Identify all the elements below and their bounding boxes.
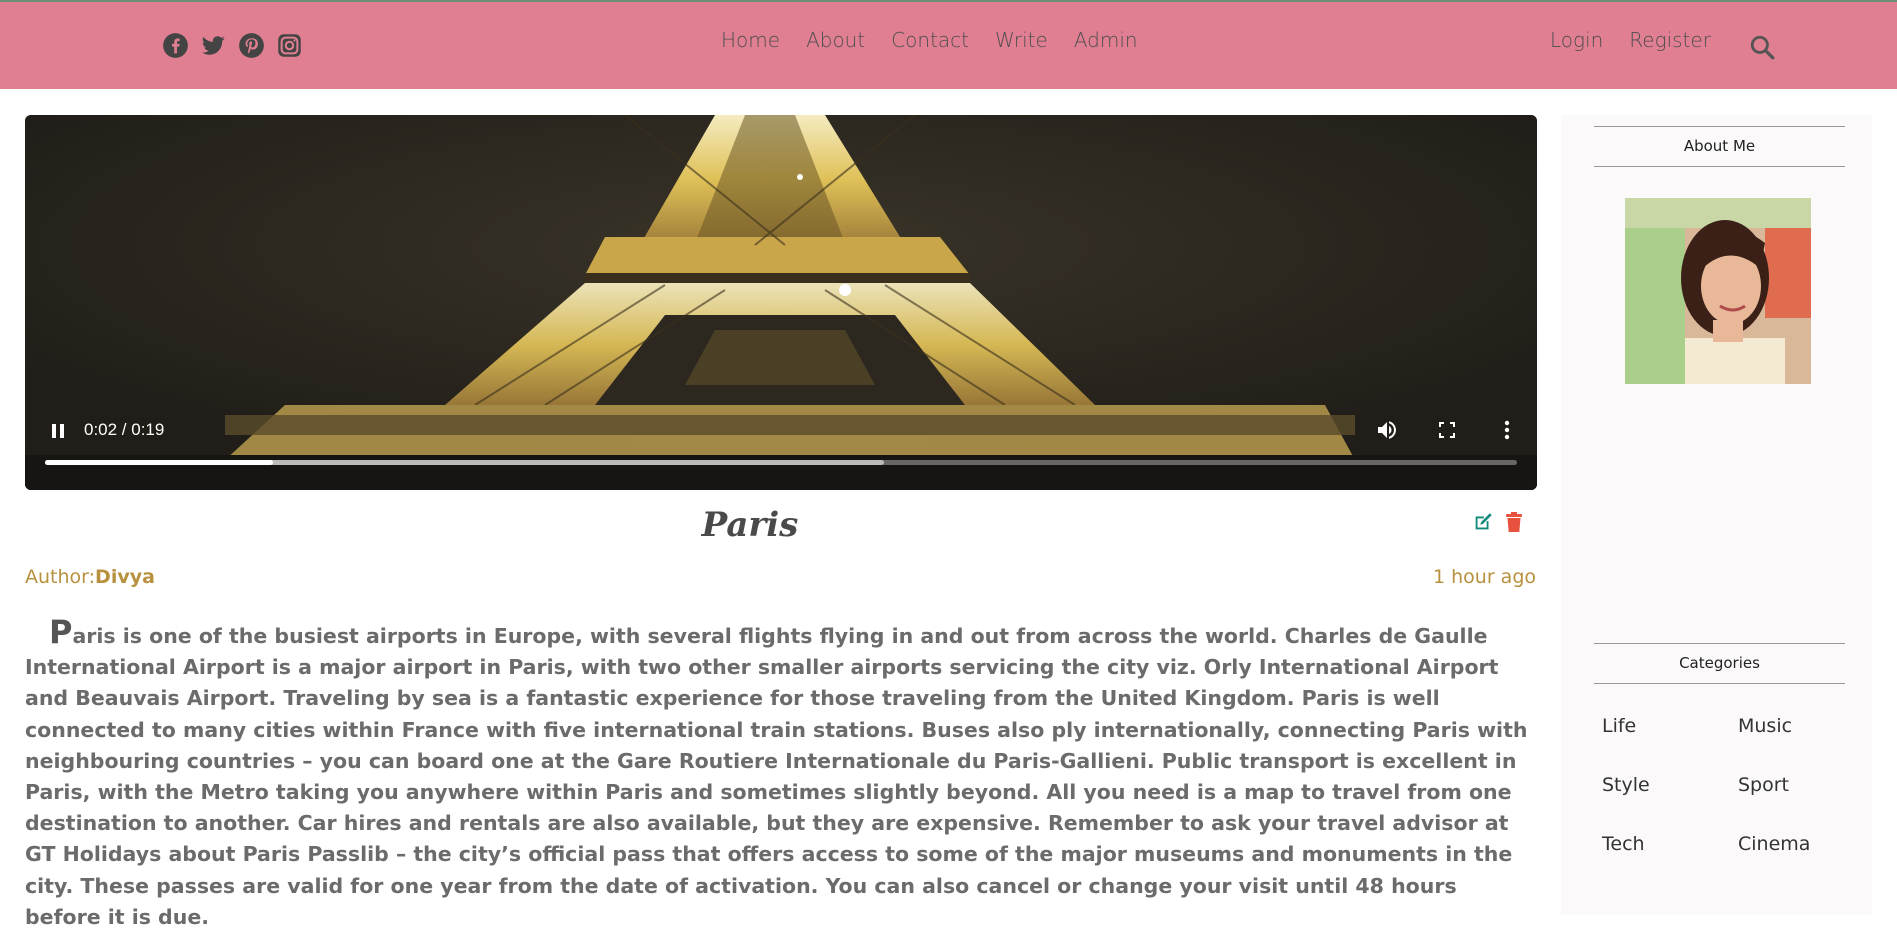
video-progress-bar[interactable]: [45, 460, 1517, 465]
post-timestamp: 1 hour ago: [1432, 566, 1536, 588]
post-body: Paris is one of the busiest airports in …: [25, 616, 1537, 933]
twitter-icon[interactable]: [200, 32, 227, 59]
pause-icon[interactable]: [49, 422, 67, 440]
post-author: Author:Divya: [25, 566, 155, 588]
category-cinema-link[interactable]: Cinema: [1738, 833, 1810, 855]
category-life-link[interactable]: Life: [1602, 715, 1636, 737]
author-label: Author:: [25, 566, 96, 588]
post-body-text: aris is one of the busiest airports in E…: [25, 624, 1528, 929]
video-time-display: 0:02 / 0:19: [84, 420, 165, 439]
social-links: [162, 32, 303, 59]
search-icon[interactable]: [1749, 34, 1775, 60]
sidebar: About Me Categories Life Music Style Spo…: [1561, 115, 1872, 915]
category-sport-link[interactable]: Sport: [1738, 774, 1789, 796]
categories-heading: Categories: [1594, 643, 1845, 684]
nav-admin-link[interactable]: Admin: [1074, 28, 1138, 52]
nav-home-link[interactable]: Home: [721, 28, 780, 52]
nav-register-link[interactable]: Register: [1629, 28, 1711, 52]
author-name-link[interactable]: Divya: [95, 566, 155, 588]
nav-about-link[interactable]: About: [806, 28, 865, 52]
nav-write-link[interactable]: Write: [995, 28, 1048, 52]
auth-nav: Login Register: [1550, 28, 1711, 52]
video-player[interactable]: 0:02 / 0:19: [25, 115, 1537, 490]
volume-icon[interactable]: [1375, 418, 1399, 442]
nav-contact-link[interactable]: Contact: [891, 28, 969, 52]
video-played-bar: [45, 460, 274, 465]
instagram-icon[interactable]: [276, 32, 303, 59]
category-style-link[interactable]: Style: [1602, 774, 1650, 796]
post-title: Paris: [701, 505, 799, 545]
top-nav-bar: Home About Contact Write Admin Login Reg…: [0, 0, 1897, 89]
fullscreen-icon[interactable]: [1435, 418, 1459, 442]
author-avatar: [1625, 198, 1811, 384]
category-music-link[interactable]: Music: [1738, 715, 1792, 737]
pinterest-icon[interactable]: [238, 32, 265, 59]
main-nav: Home About Contact Write Admin: [721, 28, 1138, 52]
edit-icon[interactable]: [1472, 511, 1494, 533]
more-options-icon[interactable]: [1495, 418, 1519, 442]
video-frame-eiffel-tower: [25, 115, 1537, 490]
about-me-heading: About Me: [1594, 126, 1845, 167]
facebook-icon[interactable]: [162, 32, 189, 59]
delete-icon[interactable]: [1504, 511, 1524, 533]
category-tech-link[interactable]: Tech: [1602, 833, 1645, 855]
drop-cap: P: [49, 613, 73, 651]
nav-login-link[interactable]: Login: [1550, 28, 1603, 52]
